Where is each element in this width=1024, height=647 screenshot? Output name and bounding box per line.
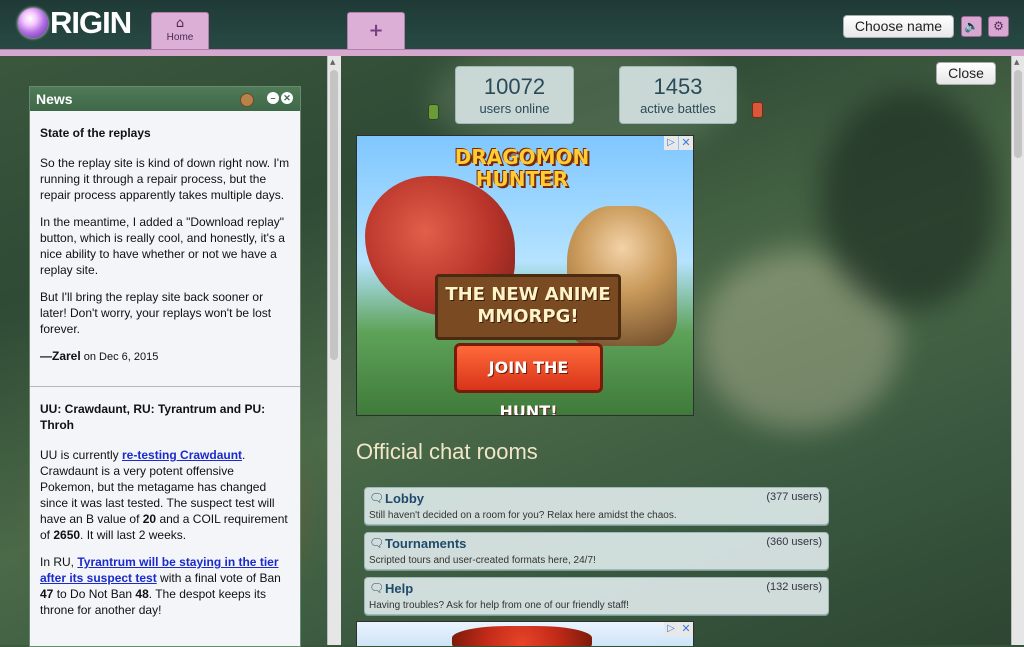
news-date: on Dec 6, 2015	[83, 351, 159, 363]
logo: RIGIN	[18, 5, 132, 40]
active-battles-label: active battles	[640, 101, 716, 116]
room-name: Help	[385, 581, 414, 596]
news-item: UU: Crawdaunt, RU: Tyrantrum and PU: Thr…	[30, 387, 300, 639]
users-online-stat: 10072 users online	[455, 66, 574, 124]
news-paragraph: In the meantime, I added a "Download rep…	[40, 215, 285, 277]
ad-close-icon[interactable]: ✕	[679, 622, 693, 636]
background-art	[820, 90, 1000, 310]
users-online-label: users online	[479, 101, 550, 116]
chat-bubble-icon: 🗨	[369, 491, 385, 505]
advertisement-second[interactable]: ▷ ✕	[356, 621, 694, 646]
active-battles-count: 1453	[653, 74, 703, 99]
room-name: Lobby	[385, 491, 424, 506]
choose-name-button[interactable]: Choose name	[843, 15, 954, 38]
scroll-up-icon[interactable]: ▲	[330, 58, 335, 66]
text-fragment: with a final vote of Ban	[156, 571, 281, 585]
ad-info-icon[interactable]: ▷	[664, 136, 678, 150]
text-fragment: In RU,	[40, 555, 78, 569]
news-panel: News – ✕ State of the replays So the rep…	[29, 86, 301, 647]
logo-text: RIGIN	[50, 5, 132, 40]
gear-icon: ⚙	[993, 19, 1004, 33]
close-icon[interactable]: ✕	[281, 92, 293, 104]
room-tournaments[interactable]: 🗨 Tournaments (360 users) Scripted tours…	[364, 532, 829, 570]
news-paragraph: In RU, Tyrantrum will be staying in the …	[40, 554, 290, 618]
news-paragraph: UU is currently re-testing Crawdaunt. Cr…	[40, 447, 290, 543]
ad-tagline: THE NEW ANIME MMORPG!	[445, 284, 611, 327]
main-pane-scroll-thumb[interactable]	[1014, 70, 1022, 158]
tab-new-room[interactable]: +	[347, 12, 405, 51]
tab-home-label: Home	[166, 32, 194, 43]
ad-info-icon[interactable]: ▷	[664, 622, 678, 636]
advertisement[interactable]: DRAGOMON HUNTER THE NEW ANIME MMORPG! JO…	[356, 135, 694, 416]
room-description: Still haven't decided on a room for you?…	[369, 510, 677, 521]
home-icon: ⌂	[175, 16, 185, 31]
news-header: News – ✕	[30, 87, 300, 111]
news-link-crawdaunt[interactable]: re-testing Crawdaunt	[122, 448, 242, 462]
ad-art	[452, 626, 592, 646]
text-fragment: UU is currently	[40, 448, 123, 462]
minimize-icon[interactable]: –	[267, 92, 279, 104]
news-author: —Zarel	[40, 349, 81, 363]
users-online-count: 10072	[483, 74, 546, 99]
coil-value: 2650	[53, 528, 81, 542]
news-item: State of the replays So the replay site …	[30, 111, 300, 386]
sound-button[interactable]: 🔈	[961, 16, 982, 37]
tab-home[interactable]: ⌂ Home	[151, 12, 209, 51]
room-name: Tournaments	[385, 536, 467, 551]
room-user-count: (132 users)	[766, 581, 822, 593]
header-divider	[0, 49, 1024, 56]
ad-title: DRAGOMON HUNTER	[454, 145, 590, 191]
ad-close-icon[interactable]: ✕	[679, 136, 693, 150]
news-signature: —Zarel on Dec 6, 2015	[40, 348, 290, 365]
room-lobby[interactable]: 🗨 Lobby (377 users) Still haven't decide…	[364, 487, 829, 525]
active-battles-stat[interactable]: 1453 active battles	[619, 66, 737, 124]
close-button[interactable]: Close	[936, 62, 996, 85]
pokemon-sprite-icon	[240, 93, 254, 107]
rooms-heading: Official chat rooms	[356, 439, 538, 464]
room-user-count: (360 users)	[766, 536, 822, 548]
room-help[interactable]: 🗨 Help (132 users) Having troubles? Ask …	[364, 577, 829, 615]
news-headline: State of the replays	[40, 126, 151, 140]
main-pane-scrollbar[interactable]: ▲	[1011, 56, 1024, 645]
chat-bubble-icon: 🗨	[369, 581, 385, 595]
news-paragraph: So the replay site is kind of down right…	[40, 156, 290, 202]
speaker-icon: 🔈	[964, 19, 979, 33]
trainer-sprite-icon	[428, 104, 439, 120]
left-pane-scroll-thumb[interactable]	[330, 70, 338, 360]
header-bar: RIGIN ⌂ Home + Choose name 🔈 ⚙	[0, 0, 1024, 51]
logo-orb-icon	[18, 8, 48, 38]
chat-bubble-icon: 🗨	[369, 536, 385, 550]
scroll-up-icon[interactable]: ▲	[1014, 58, 1019, 66]
text-fragment: to Do Not Ban	[53, 587, 136, 601]
text-fragment: . It will last 2 weeks.	[80, 528, 187, 542]
left-pane-scrollbar[interactable]: ▲	[327, 56, 341, 645]
ad-cta-button[interactable]: JOIN THE HUNT!	[454, 343, 603, 415]
news-title: News	[36, 91, 73, 107]
room-description: Having troubles? Ask for help from one o…	[369, 600, 629, 611]
room-description: Scripted tours and user-created formats …	[369, 555, 596, 566]
do-not-ban-votes: 48	[135, 587, 149, 601]
plus-icon: +	[368, 20, 384, 41]
ban-votes: 47	[40, 587, 54, 601]
trainer-sprite-icon	[752, 102, 763, 118]
settings-button[interactable]: ⚙	[988, 16, 1009, 37]
room-user-count: (377 users)	[766, 491, 822, 503]
news-headline: UU: Crawdaunt, RU: Tyrantrum and PU: Thr…	[40, 402, 266, 432]
b-value: 20	[142, 512, 157, 526]
news-paragraph: But I'll bring the replay site back soon…	[40, 290, 272, 336]
